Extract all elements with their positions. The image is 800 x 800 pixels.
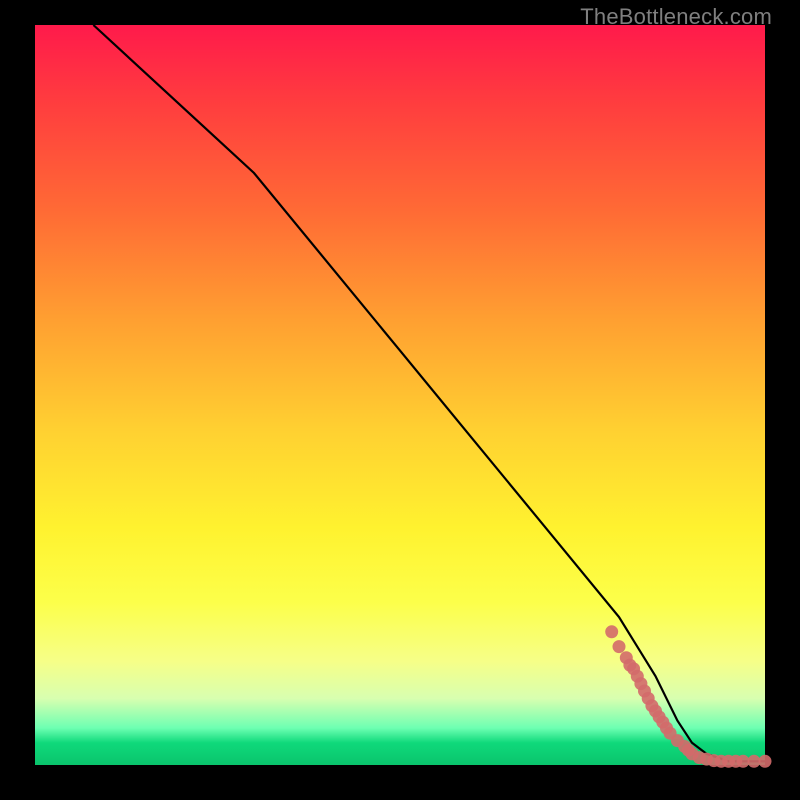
data-marker xyxy=(759,755,772,768)
curve-line xyxy=(93,25,765,761)
data-marker xyxy=(605,625,618,638)
chart-svg xyxy=(35,25,765,765)
curve-markers xyxy=(605,625,771,768)
data-marker xyxy=(613,640,626,653)
chart-frame: TheBottleneck.com xyxy=(0,0,800,800)
